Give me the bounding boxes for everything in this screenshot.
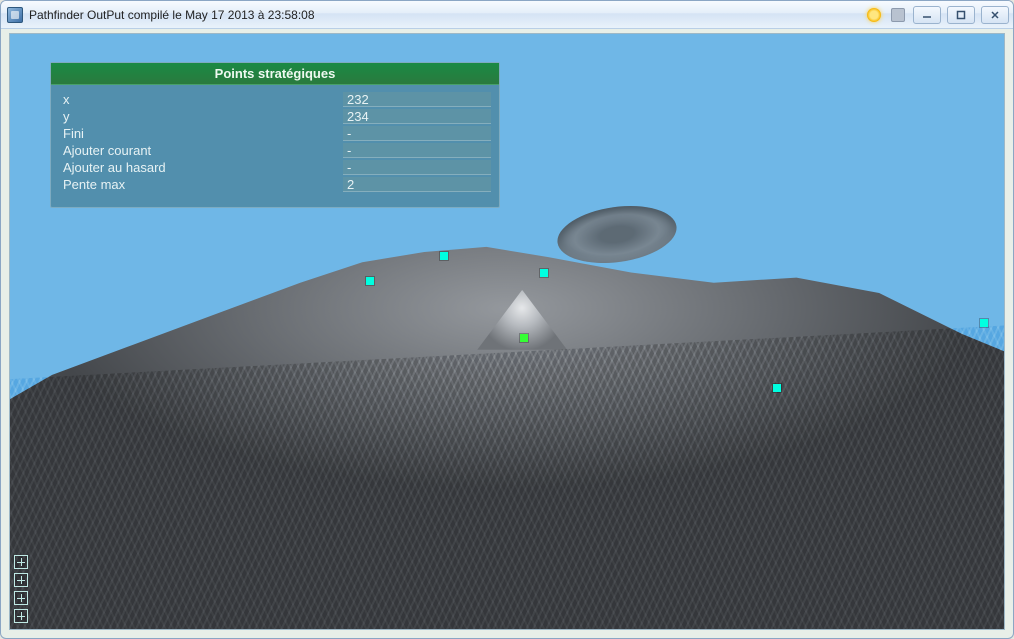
- hud-row-value[interactable]: 2: [343, 177, 491, 192]
- hud-row[interactable]: Ajouter courant-: [63, 142, 491, 159]
- waypoint-marker[interactable]: [540, 269, 548, 277]
- waypoint-marker[interactable]: [520, 334, 528, 342]
- indicator-icon[interactable]: [14, 555, 28, 569]
- titlebar-tray: [867, 8, 905, 22]
- terrain-crater: [553, 198, 679, 269]
- indicator-icon[interactable]: [14, 573, 28, 587]
- hud-row-value[interactable]: 232: [343, 92, 491, 107]
- app-icon: [7, 7, 23, 23]
- tray-box-icon: [891, 8, 905, 22]
- sun-icon: [867, 8, 881, 22]
- hud-row-value[interactable]: -: [343, 160, 491, 175]
- waypoint-marker[interactable]: [366, 277, 374, 285]
- hud-row-label: y: [63, 109, 343, 124]
- hud-rows: x232y234Fini-Ajouter courant-Ajouter au …: [51, 85, 499, 193]
- minimize-button[interactable]: [913, 6, 941, 24]
- hud-panel[interactable]: Points stratégiques x232y234Fini-Ajouter…: [50, 62, 500, 208]
- close-button[interactable]: [981, 6, 1009, 24]
- hud-row[interactable]: Pente max2: [63, 176, 491, 193]
- viewport-3d[interactable]: Points stratégiques x232y234Fini-Ajouter…: [9, 33, 1005, 630]
- waypoint-marker[interactable]: [440, 252, 448, 260]
- hud-title: Points stratégiques: [51, 63, 499, 85]
- hud-row-value[interactable]: 234: [343, 109, 491, 124]
- hud-row-value[interactable]: -: [343, 143, 491, 158]
- maximize-icon: [956, 10, 966, 20]
- waypoint-marker[interactable]: [980, 319, 988, 327]
- minimize-icon: [922, 10, 932, 20]
- indicator-icon[interactable]: [14, 609, 28, 623]
- indicator-icon[interactable]: [14, 591, 28, 605]
- hud-row-label: Fini: [63, 126, 343, 141]
- hud-row[interactable]: x232: [63, 91, 491, 108]
- titlebar[interactable]: Pathfinder OutPut compilé le May 17 2013…: [1, 1, 1013, 29]
- hud-row-label: Ajouter au hasard: [63, 160, 343, 175]
- hud-row-label: Ajouter courant: [63, 143, 343, 158]
- close-icon: [990, 10, 1000, 20]
- hud-row[interactable]: y234: [63, 108, 491, 125]
- hud-row[interactable]: Fini-: [63, 125, 491, 142]
- hud-row[interactable]: Ajouter au hasard-: [63, 159, 491, 176]
- hud-row-value[interactable]: -: [343, 126, 491, 141]
- waypoint-marker[interactable]: [773, 384, 781, 392]
- corner-indicators: [14, 555, 28, 623]
- hud-row-label: x: [63, 92, 343, 107]
- app-window: Pathfinder OutPut compilé le May 17 2013…: [0, 0, 1014, 639]
- window-title: Pathfinder OutPut compilé le May 17 2013…: [29, 8, 315, 22]
- hud-row-label: Pente max: [63, 177, 343, 192]
- maximize-button[interactable]: [947, 6, 975, 24]
- window-controls: [913, 6, 1009, 24]
